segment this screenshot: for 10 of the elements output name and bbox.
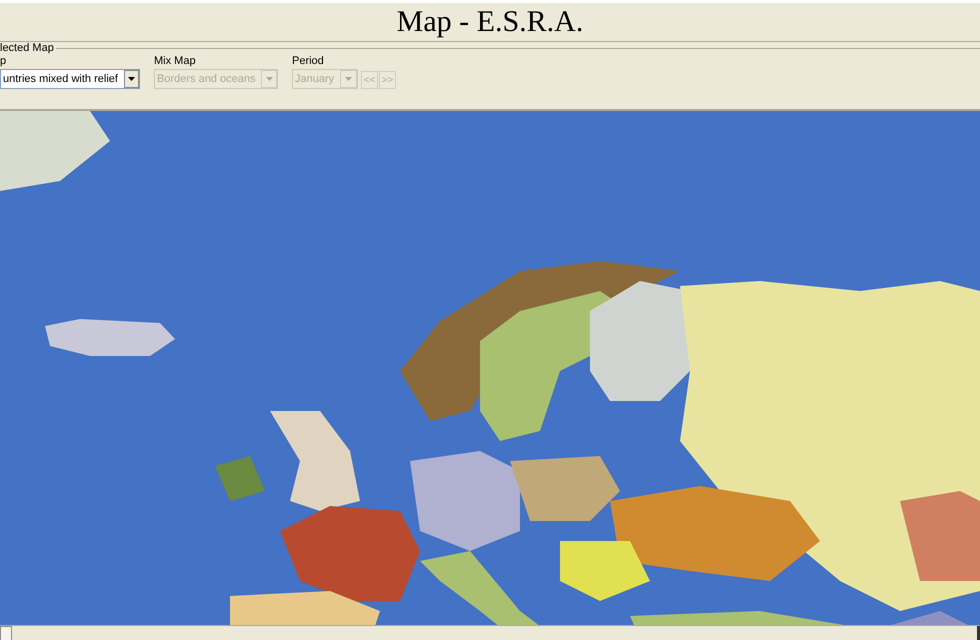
window-title: Map - E.S.R.A. — [396, 5, 584, 39]
horizontal-scrollbar[interactable] — [0, 625, 980, 640]
field-label: Mix Map — [154, 55, 197, 67]
field-label: p — [0, 55, 8, 67]
group-legend: lected Map — [0, 42, 56, 54]
caret-icon — [124, 70, 139, 88]
caret-icon — [261, 70, 277, 88]
caret-icon — [340, 70, 357, 88]
field-label: Period — [292, 55, 325, 67]
dropdown[interactable]: untries mixed with relief — [0, 69, 140, 89]
